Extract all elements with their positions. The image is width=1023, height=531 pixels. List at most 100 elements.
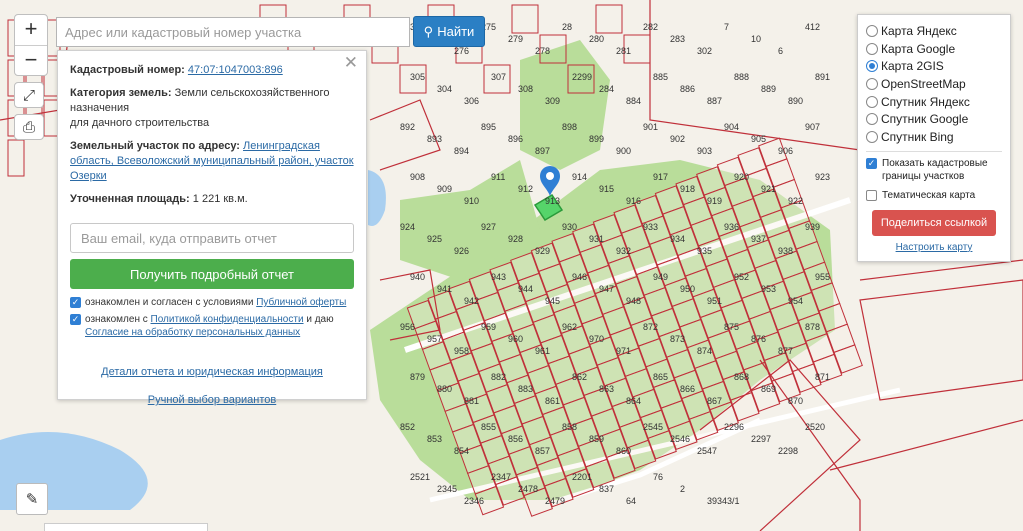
zoom-out-button[interactable]: − <box>15 45 47 75</box>
cadastral-number-link[interactable]: 47:07:1047003:896 <box>188 64 283 76</box>
plot-number-label: 869 <box>761 384 776 394</box>
plot-number-label: 928 <box>508 234 523 244</box>
layer-radio[interactable] <box>866 113 878 126</box>
layer-label: OpenStreetMap <box>881 76 966 91</box>
plot-number-label: 926 <box>454 246 469 256</box>
layer-option[interactable]: Карта Google <box>866 40 1002 58</box>
plot-number-label: 894 <box>454 146 469 156</box>
plot-number-label: 951 <box>707 296 722 306</box>
layer-option[interactable]: Спутник Яндекс <box>866 93 1002 111</box>
plot-number-label: 888 <box>734 72 749 82</box>
get-report-button[interactable]: Получить подробный отчет <box>70 259 354 289</box>
email-field[interactable] <box>70 223 354 253</box>
plot-number-label: 930 <box>562 222 577 232</box>
personal-data-link[interactable]: Согласие на обработку персональных данны… <box>85 327 300 338</box>
plot-number-label: 886 <box>680 84 695 94</box>
plot-number-label: 970 <box>589 334 604 344</box>
area-label: Уточненная площадь: <box>70 193 190 205</box>
plot-number-label: 28 <box>562 22 572 32</box>
plot-number-label: 872 <box>643 322 658 332</box>
layer-option[interactable]: OpenStreetMap <box>866 75 1002 93</box>
layer-label: Карта Яндекс <box>881 23 957 38</box>
layer-option[interactable]: Карта 2GIS <box>866 57 1002 75</box>
close-icon[interactable]: ✕ <box>344 54 358 71</box>
plot-number-label: 876 <box>751 334 766 344</box>
layer-radio[interactable] <box>866 42 878 55</box>
plot-number-label: 943 <box>491 272 506 282</box>
zoom-in-button[interactable]: + <box>15 15 47 45</box>
plot-number-label: 282 <box>643 22 658 32</box>
details-link[interactable]: Детали отчета и юридическая информация <box>70 365 354 380</box>
fullscreen-button[interactable]: ⤢ <box>14 82 44 108</box>
plot-number-label: 918 <box>680 184 695 194</box>
plot-number-label: 931 <box>589 234 604 244</box>
plot-number-label: 283 <box>670 34 685 44</box>
privacy-checkbox[interactable]: ✓ <box>70 314 81 325</box>
layer-option[interactable]: Спутник Google <box>866 110 1002 128</box>
plot-number-label: 949 <box>653 272 668 282</box>
plot-number-label: 7 <box>724 22 729 32</box>
plot-number-label: 305 <box>410 72 425 82</box>
plot-number-label: 935 <box>697 246 712 256</box>
layer-label: Карта 2GIS <box>881 59 944 74</box>
search-input[interactable] <box>56 17 410 47</box>
plot-number-label: 957 <box>427 334 442 344</box>
manual-selection-link[interactable]: Ручной выбор вариантов <box>70 393 354 408</box>
plot-number-label: 2546 <box>670 434 690 444</box>
plot-number-label: 870 <box>788 396 803 406</box>
show-borders-label: Показать кадастровые границы участков <box>882 157 988 182</box>
plot-number-label: 853 <box>427 434 442 444</box>
plot-number-label: 904 <box>724 122 739 132</box>
plot-number-label: 871 <box>815 372 830 382</box>
plot-number-label: 917 <box>653 172 668 182</box>
layer-radio[interactable] <box>866 60 878 73</box>
layer-radio[interactable] <box>866 130 878 143</box>
ruler-icon: ✎ <box>25 491 39 508</box>
plot-number-label: 920 <box>734 172 749 182</box>
print-button[interactable]: ⎙ <box>14 114 44 140</box>
show-borders-checkbox[interactable]: ✓ <box>866 157 877 169</box>
plot-number-label: 2297 <box>751 434 771 444</box>
thematic-checkbox[interactable] <box>866 189 877 201</box>
plot-number-label: 908 <box>410 172 425 182</box>
plot-number-label: 878 <box>805 322 820 332</box>
thematic-label: Тематическая карта <box>882 189 976 201</box>
plot-number-label: 304 <box>437 84 452 94</box>
plot-number-label: 278 <box>535 46 550 56</box>
plot-number-label: 2299 <box>572 72 592 82</box>
share-link-button[interactable]: Поделиться ссылкой <box>872 209 996 236</box>
plot-number-label: 877 <box>778 346 793 356</box>
plot-number-label: 902 <box>670 134 685 144</box>
bottom-bar <box>44 523 208 531</box>
search-button[interactable]: ⚲ Найти <box>413 16 485 47</box>
layer-radio[interactable] <box>866 77 878 90</box>
plot-number-label: 2545 <box>643 422 663 432</box>
plot-number-label: 925 <box>427 234 442 244</box>
plot-number-label: 412 <box>805 22 820 32</box>
plot-number-label: 866 <box>680 384 695 394</box>
plot-number-label: 879 <box>410 372 425 382</box>
ruler-button[interactable]: ✎ <box>16 483 48 515</box>
layer-radio[interactable] <box>866 24 878 37</box>
plot-number-label: 279 <box>508 34 523 44</box>
plot-number-label: 914 <box>572 172 587 182</box>
layer-option[interactable]: Карта Яндекс <box>866 22 1002 40</box>
plot-number-label: 875 <box>724 322 739 332</box>
layer-option[interactable]: Спутник Bing <box>866 128 1002 146</box>
plot-number-label: 284 <box>599 84 614 94</box>
plot-number-label: 882 <box>491 372 506 382</box>
plot-number-label: 307 <box>491 72 506 82</box>
plot-number-label: 76 <box>653 472 663 482</box>
setup-map-link[interactable]: Настроить карту <box>866 242 1002 253</box>
layer-radio[interactable] <box>866 95 878 108</box>
plot-number-label: 857 <box>535 446 550 456</box>
offer-link[interactable]: Публичной оферты <box>256 297 346 308</box>
plot-number-label: 859 <box>589 434 604 444</box>
plot-number-label: 906 <box>778 146 793 156</box>
plot-number-label: 971 <box>616 346 631 356</box>
plot-number-label: 950 <box>680 284 695 294</box>
plot-number-label: 6 <box>778 46 783 56</box>
privacy-link[interactable]: Политикой конфиденциальности <box>151 314 304 325</box>
category-label: Категория земель: <box>70 87 172 99</box>
offer-checkbox[interactable]: ✓ <box>70 297 81 308</box>
